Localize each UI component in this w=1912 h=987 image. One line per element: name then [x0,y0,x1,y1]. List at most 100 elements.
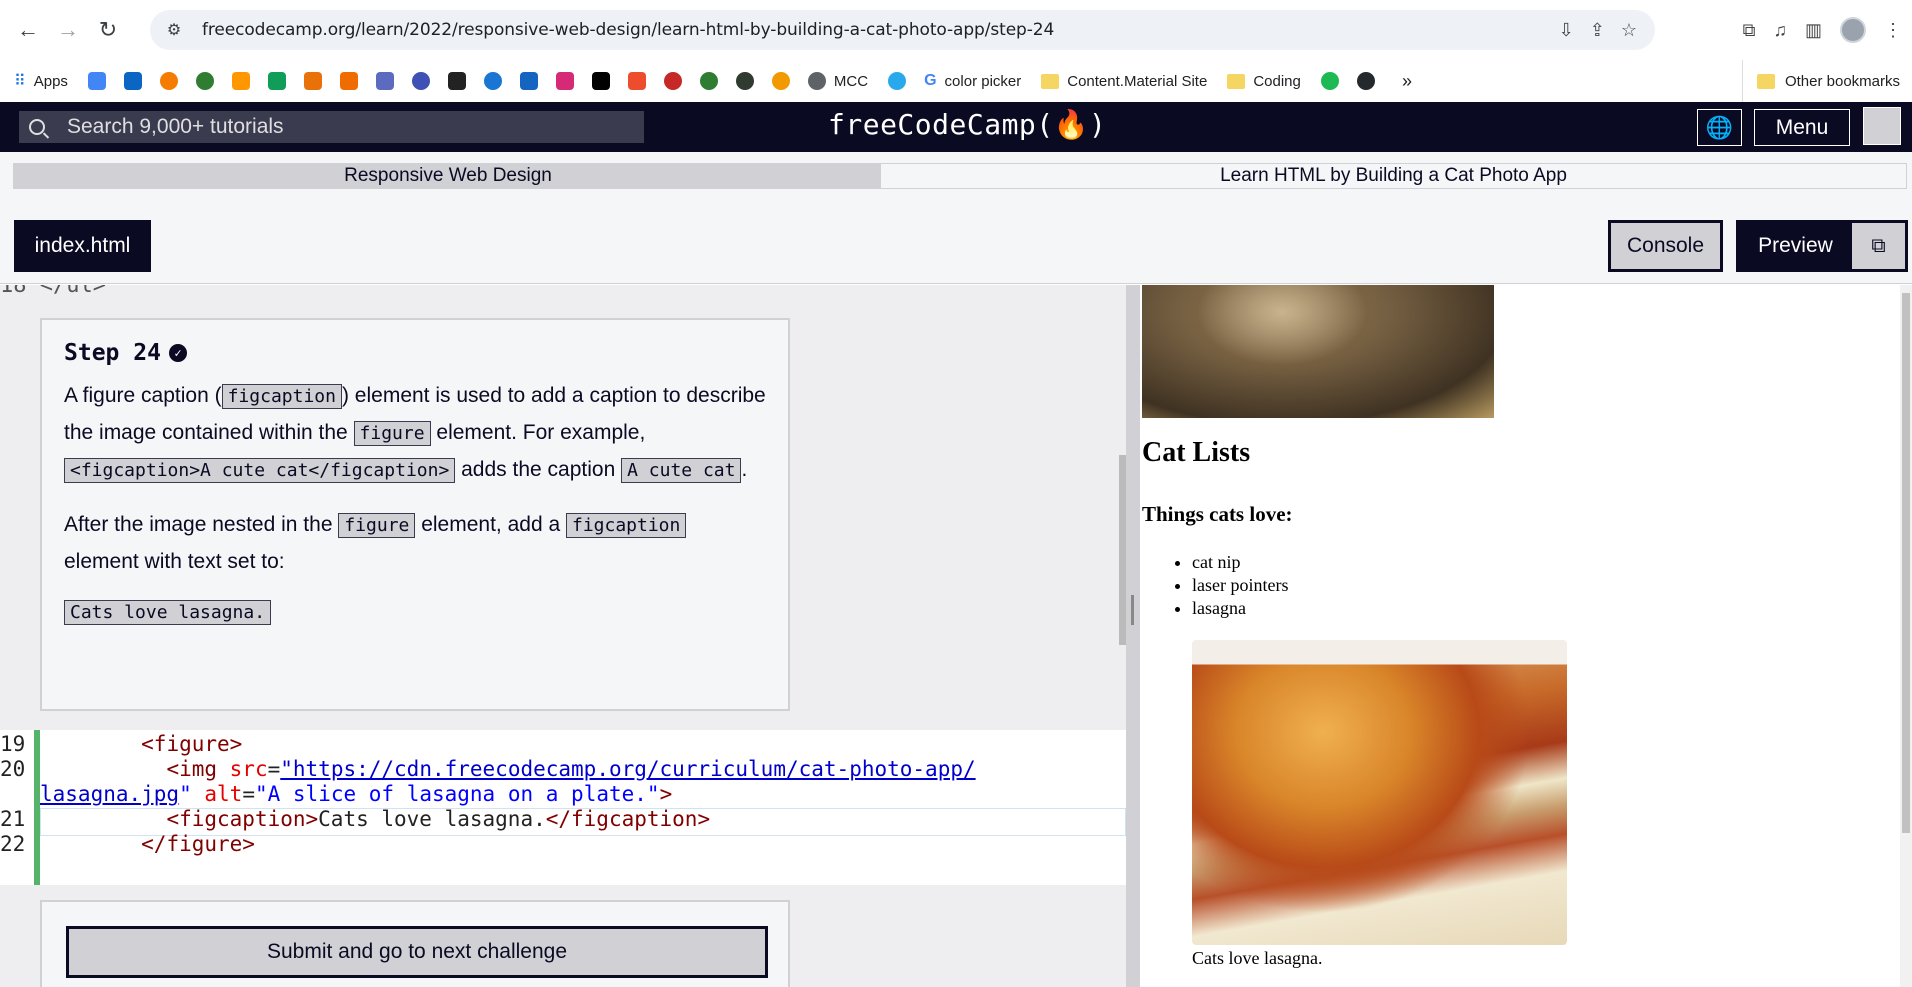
list-item: cat nip [1192,551,1288,574]
submit-button[interactable]: Submit and go to next challenge [66,926,768,978]
code-line-22[interactable]: </figure> [40,832,255,856]
bookmark-icon[interactable] [87,72,106,90]
bookmark-icon[interactable] [1320,72,1339,90]
inline-code: figcaption [221,384,342,409]
profile-avatar[interactable] [1840,17,1866,43]
github-icon[interactable] [1356,72,1375,90]
bookmark-icon[interactable] [159,72,178,90]
bookmark-label: Apps [33,72,68,90]
bookmark-icon[interactable] [303,72,322,90]
share-icon[interactable]: ⇪ [1590,20,1605,41]
search-input[interactable]: Search 9,000+ tutorials [19,111,644,143]
editor-scrollbar[interactable] [1119,455,1126,645]
bookmark-icon[interactable] [195,72,214,90]
browser-toolbar: ← → ↻ ⚙ freecodecamp.org/learn/2022/resp… [0,0,1912,60]
back-icon[interactable]: ← [8,10,48,50]
breadcrumb-section[interactable]: Responsive Web Design [13,163,883,189]
star-icon[interactable]: ☆ [1621,20,1637,41]
bookmark-icon[interactable] [375,72,394,90]
check-circle-icon: ✓ [168,344,187,362]
shopee-icon[interactable] [627,72,646,90]
bookmark-icon[interactable] [231,72,250,90]
reload-icon[interactable]: ↻ [88,10,128,50]
line-number: 19 [0,732,26,756]
apps-grid-icon: ⠿ [14,73,26,90]
pane-resizer[interactable] [1126,285,1140,987]
submit-panel: Submit and go to next challenge [40,900,790,987]
console-button[interactable]: Console [1608,220,1723,272]
step-title: Step 24 ✓ [64,340,766,366]
breadcrumb-project[interactable]: Learn HTML by Building a Cat Photo App [880,163,1907,189]
bookmark-icon[interactable] [735,72,754,90]
line-number: 21 [0,807,26,831]
code-line-21[interactable]: <figcaption>Cats love lasagna.</figcapti… [40,807,710,831]
telegram-icon[interactable] [888,72,907,90]
bookmark-color-picker[interactable]: G color picker [924,67,1021,95]
list-item: lasagna [1192,597,1288,620]
linkedin-icon[interactable] [123,72,142,90]
bookmark-folder-coding[interactable]: Coding [1227,67,1301,95]
figure-caption: Cats love lasagna. [1192,948,1323,968]
code-editor[interactable]: 18 </ul> Step 24 ✓ A figure caption (fig… [0,285,1126,987]
side-panel-icon[interactable]: ▥ [1805,20,1822,41]
instruction-paragraph: A figure caption (figcaption) element is… [64,384,766,483]
popout-icon[interactable]: ⧉ [1851,223,1905,269]
search-placeholder: Search 9,000+ tutorials [67,115,284,138]
fcc-logo[interactable]: freeCodeCamp(🔥) [828,108,1106,141]
install-icon[interactable]: ⇩ [1559,20,1574,41]
step-title-text: Step 24 [64,340,161,366]
resize-grip-icon[interactable] [1131,595,1134,625]
preview-scrollbar[interactable] [1900,285,1912,987]
preview-heading-cat-lists: Cat Lists [1142,437,1251,468]
inline-code: A cute cat [621,458,742,483]
folder-icon [1756,73,1775,89]
bookmark-icon[interactable] [663,72,682,90]
bookmark-apps[interactable]: ⠿ Apps [14,67,68,95]
instagram-icon[interactable] [555,72,574,90]
answer-code: Cats love lasagna. [64,600,272,625]
bookmark-icon[interactable] [519,72,538,90]
folder-icon [1227,73,1246,89]
bookmark-icon[interactable] [411,72,430,90]
address-bar[interactable]: ⚙ freecodecamp.org/learn/2022/responsive… [150,10,1655,50]
bookmark-mcc[interactable]: MCC [807,67,868,95]
list-item: laser pointers [1192,574,1288,597]
inline-code: figure [353,421,431,446]
more-bookmarks-icon[interactable]: » [1402,60,1412,102]
menu-button[interactable]: Menu [1754,109,1850,146]
user-avatar[interactable] [1863,107,1901,145]
bookmark-folder-content-material[interactable]: Content.Material Site [1041,67,1207,95]
fcc-navbar: Search 9,000+ tutorials freeCodeCamp(🔥) … [0,102,1912,152]
bookmark-icon[interactable] [699,72,718,90]
sheets-icon[interactable] [267,72,286,90]
preview-button[interactable]: Preview ⧉ [1736,220,1908,272]
bookmark-icon[interactable] [447,72,466,90]
instruction-paragraph: After the image nested in the figure ele… [64,507,766,580]
code-area[interactable]: 19 20 21 22 <figure> <img src="https://c… [0,730,1126,885]
bookmark-label: Coding [1253,72,1301,90]
other-bookmarks[interactable]: Other bookmarks [1741,60,1900,102]
code-line-20[interactable]: <img src="https://cdn.freecodecamp.org/c… [40,757,975,781]
kebab-menu-icon[interactable]: ⋮ [1884,20,1902,41]
scrollbar-thumb[interactable] [1902,293,1910,833]
bookmark-label: color picker [944,72,1022,90]
media-icon[interactable]: ♫ [1773,20,1787,41]
extensions-icon[interactable]: ⧉ [1743,20,1756,41]
tiktok-icon[interactable] [591,72,610,90]
url-text[interactable]: freecodecamp.org/learn/2022/responsive-w… [202,20,1054,40]
line-gutter: 19 20 21 22 [0,730,36,885]
cat-image [1142,285,1494,418]
bookmark-icon[interactable] [483,72,502,90]
bookmark-label: Other bookmarks [1784,72,1900,90]
site-info-icon[interactable]: ⚙ [164,20,184,40]
forward-icon[interactable]: → [48,10,88,50]
search-icon [29,119,45,135]
bookmark-icon[interactable] [771,72,790,90]
bookmark-icon[interactable] [339,72,358,90]
code-line-20-wrap[interactable]: lasagna.jpg" alt="A slice of lasagna on … [40,782,672,806]
bookmark-label: Content.Material Site [1067,72,1208,90]
tab-index-html[interactable]: index.html [14,220,151,272]
preview-pane: Cat Lists Things cats love: cat nip lase… [1140,285,1900,987]
language-globe-icon[interactable]: 🌐 [1697,109,1742,146]
code-line-19[interactable]: <figure> [40,732,242,756]
